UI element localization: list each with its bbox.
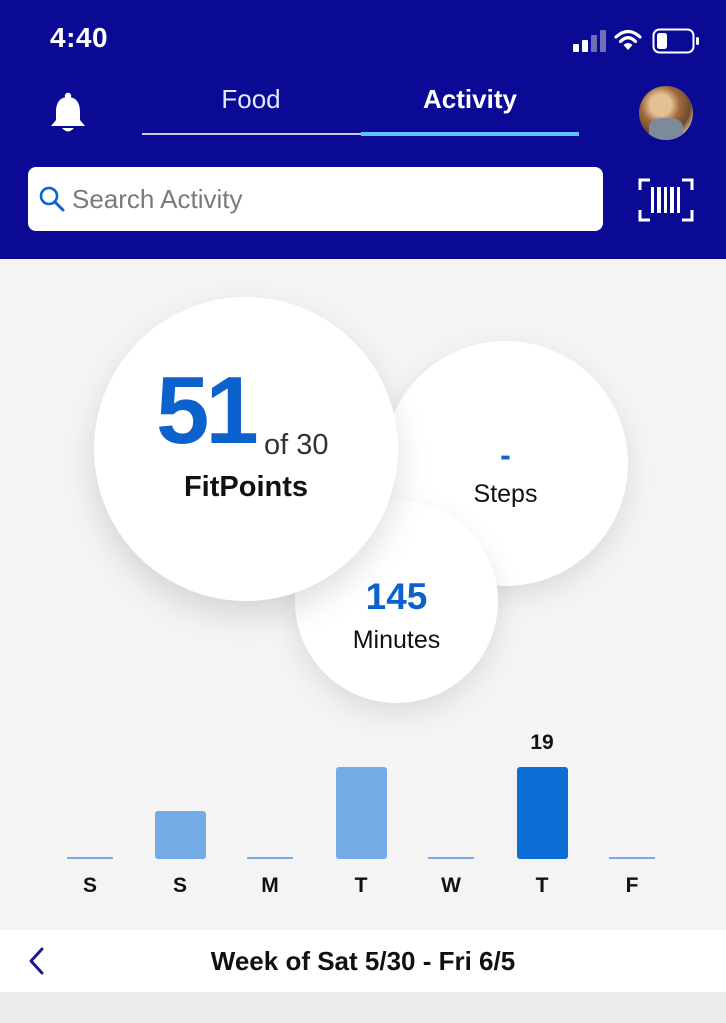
barcode-icon [638, 178, 694, 222]
chart-day-label: S [172, 874, 187, 897]
chart-bar-empty[interactable] [247, 857, 293, 859]
weekly-activity-chart: S S M T W T F 19 [0, 730, 726, 910]
chart-bar[interactable] [155, 811, 206, 859]
barcode-scan-button[interactable] [638, 178, 694, 227]
app-header: 4:40 Food Activity [0, 0, 726, 259]
signal-icon [573, 30, 606, 52]
fitpoints-goal: of 30 [264, 429, 329, 461]
chart-data-label: 19 [530, 731, 554, 754]
week-navigator: Week of Sat 5/30 - Fri 6/5 [0, 930, 726, 992]
tab-activity[interactable]: Activity [361, 84, 579, 115]
chart-day-label: W [441, 874, 461, 897]
chart-bar-empty[interactable] [428, 857, 474, 859]
week-label: Week of Sat 5/30 - Fri 6/5 [210, 946, 516, 976]
chart-day-label: T [354, 874, 368, 897]
search-box[interactable] [28, 167, 603, 231]
bottom-divider [0, 992, 726, 1023]
chart-bar[interactable] [517, 767, 568, 859]
fitpoints-value: 51 [156, 357, 259, 464]
minutes-label: Minutes [352, 626, 441, 654]
chart-day-label: T [535, 874, 549, 897]
notifications-button[interactable] [48, 92, 88, 139]
tab-active-indicator [361, 132, 579, 136]
chart-bar-empty[interactable] [67, 857, 113, 859]
chart-day-label: M [261, 874, 279, 897]
chart-bar-empty[interactable] [609, 857, 655, 859]
avatar[interactable] [639, 86, 693, 140]
fitpoints-circle[interactable]: 51 of 30 FitPoints [94, 297, 398, 601]
chart-bar[interactable] [336, 767, 387, 859]
status-time: 4:40 [50, 22, 109, 53]
battery-icon [652, 28, 699, 54]
search-icon [39, 186, 65, 212]
chart-day-label: F [625, 874, 639, 897]
chart-day-label: S [82, 874, 97, 897]
fitpoints-label: FitPoints [183, 471, 309, 503]
tab-food[interactable]: Food [142, 84, 360, 115]
bell-icon [51, 92, 85, 132]
minutes-value: 145 [365, 576, 428, 617]
wifi-icon [614, 29, 642, 50]
steps-value: - [500, 437, 511, 473]
search-input[interactable] [72, 179, 592, 219]
